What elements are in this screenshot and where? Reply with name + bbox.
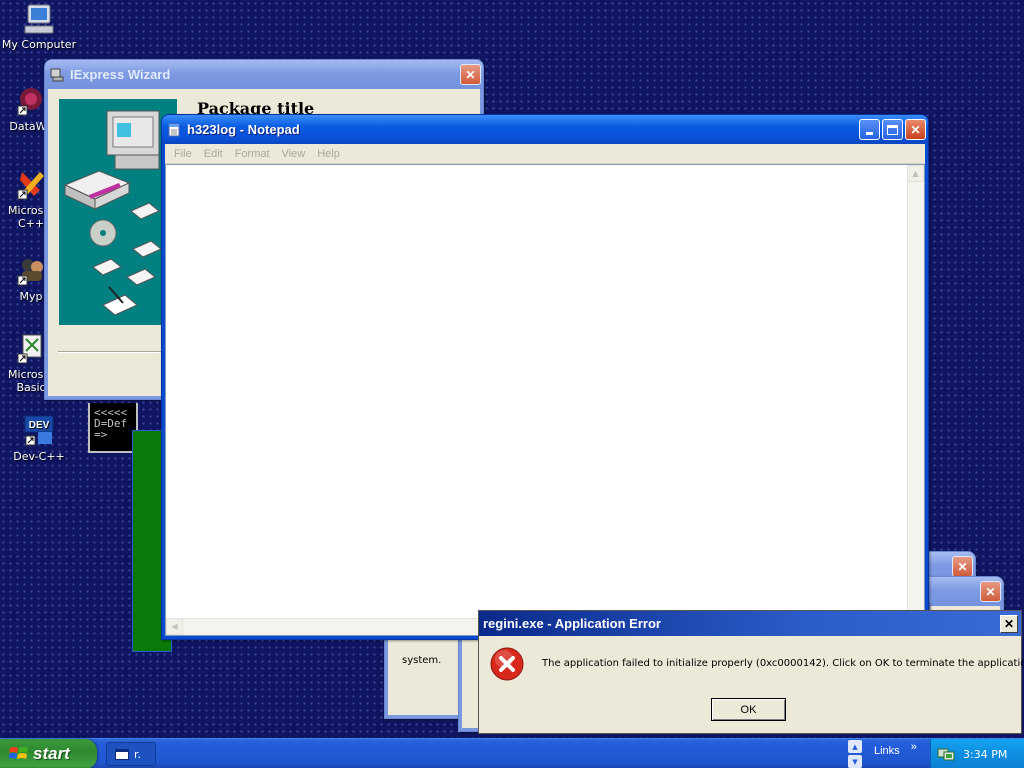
scroll-left-arrow-icon[interactable]: ◀ xyxy=(166,618,183,635)
notepad-menu-bar: File Edit Format View Help xyxy=(165,144,925,164)
visual-cpp-icon xyxy=(17,172,44,200)
menu-file[interactable]: File xyxy=(168,148,198,160)
taskbar-scroll-arrows[interactable]: ▲ ▼ xyxy=(848,740,862,768)
menu-help[interactable]: Help xyxy=(311,148,346,160)
notepad-client: File Edit Format View Help ▲ ◀ xyxy=(165,144,925,636)
my-computer-icon xyxy=(24,4,54,34)
background-dialog-2-close-button[interactable]: ✕ xyxy=(980,581,1001,602)
system-tray: 3:34 PM xyxy=(930,739,1024,768)
notepad-title-bar[interactable]: h323log - Notepad ✕ xyxy=(162,115,928,144)
error-dialog-close-button[interactable]: ✕ xyxy=(1000,614,1018,633)
notepad-text-area[interactable]: ▲ ◀ xyxy=(165,164,925,636)
desktop-icon-dev-cpp[interactable]: DEV Dev-C++ xyxy=(0,414,78,463)
iexpress-title-bar[interactable]: IExpress Wizard ✕ xyxy=(45,60,483,89)
console-text: <<<<< D=Def => xyxy=(90,403,136,440)
clock: 3:34 PM xyxy=(963,747,1008,761)
start-label: start xyxy=(33,744,70,763)
close-icon: ✕ xyxy=(957,559,968,574)
iexpress-icon xyxy=(50,68,64,81)
links-label: Links xyxy=(874,745,900,757)
taskbar: start r. ▲ ▼ Links » 3:34 PM xyxy=(0,738,1024,768)
background-dialog-1-close-button[interactable]: ✕ xyxy=(952,556,973,577)
notepad-minimize-button[interactable] xyxy=(859,119,880,140)
dev-cpp-icon: DEV xyxy=(24,415,54,446)
iexpress-close-button[interactable]: ✕ xyxy=(460,64,481,85)
error-dialog-title: regini.exe - Application Error xyxy=(483,616,661,631)
visual-basic-icon xyxy=(17,334,42,364)
notepad-icon xyxy=(168,123,180,136)
people-icon xyxy=(17,259,43,286)
minimize-icon xyxy=(866,132,873,135)
notepad-title: h323log - Notepad xyxy=(187,122,300,137)
desktop-icon-label-line2: C++ xyxy=(17,217,45,230)
error-dialog[interactable]: regini.exe - Application Error ✕ The app… xyxy=(478,610,1024,734)
console-line: => xyxy=(94,428,108,441)
iexpress-banner xyxy=(59,99,177,325)
desktop-icon-label: Myp xyxy=(19,290,43,303)
maximize-icon xyxy=(887,124,898,135)
window-icon xyxy=(115,748,129,760)
background-dialog-1-text: system. xyxy=(402,655,442,666)
desktop-icon-my-computer[interactable]: My Computer xyxy=(0,2,78,51)
datawa-icon xyxy=(17,88,42,116)
links-chevron-icon[interactable]: » xyxy=(911,741,917,753)
ok-button[interactable]: OK xyxy=(711,698,786,721)
scroll-down-icon[interactable]: ▼ xyxy=(848,755,862,768)
desktop-icon-label: My Computer xyxy=(1,38,77,51)
start-button[interactable]: start xyxy=(0,739,97,768)
menu-view[interactable]: View xyxy=(276,148,312,160)
desktop-icon-label: Dev-C++ xyxy=(13,450,65,463)
close-icon: ✕ xyxy=(465,67,476,82)
close-icon: ✕ xyxy=(910,122,921,137)
windows-flag-icon xyxy=(9,747,28,759)
menu-edit[interactable]: Edit xyxy=(198,148,229,160)
console-window-fragment[interactable]: <<<<< D=Def => xyxy=(88,403,138,453)
iexpress-title: IExpress Wizard xyxy=(70,67,171,82)
notepad-maximize-button[interactable] xyxy=(882,119,903,140)
close-icon: ✕ xyxy=(1003,616,1015,631)
close-icon: ✕ xyxy=(985,584,996,599)
notepad-vertical-scrollbar[interactable]: ▲ xyxy=(907,165,924,618)
scroll-up-arrow-icon[interactable]: ▲ xyxy=(907,165,924,182)
scroll-up-icon[interactable]: ▲ xyxy=(848,740,862,753)
error-dialog-title-bar[interactable]: regini.exe - Application Error ✕ xyxy=(479,611,1021,636)
taskbar-item-label: r. xyxy=(134,747,142,761)
menu-format[interactable]: Format xyxy=(229,148,276,160)
network-icon[interactable] xyxy=(937,746,955,762)
notepad-close-button[interactable]: ✕ xyxy=(905,119,926,140)
taskbar-item-regini[interactable]: r. xyxy=(106,742,156,766)
svg-text:DEV: DEV xyxy=(29,420,50,431)
error-icon xyxy=(490,647,524,681)
notepad-window[interactable]: h323log - Notepad ✕ File Edit Format Vie… xyxy=(161,114,929,640)
desktop-icon-label-line2: Basic xyxy=(16,381,46,394)
setup-computer-illustration xyxy=(63,110,162,316)
links-toolbar[interactable]: Links » xyxy=(866,741,917,757)
error-message: The application failed to initialize pro… xyxy=(542,658,1024,669)
